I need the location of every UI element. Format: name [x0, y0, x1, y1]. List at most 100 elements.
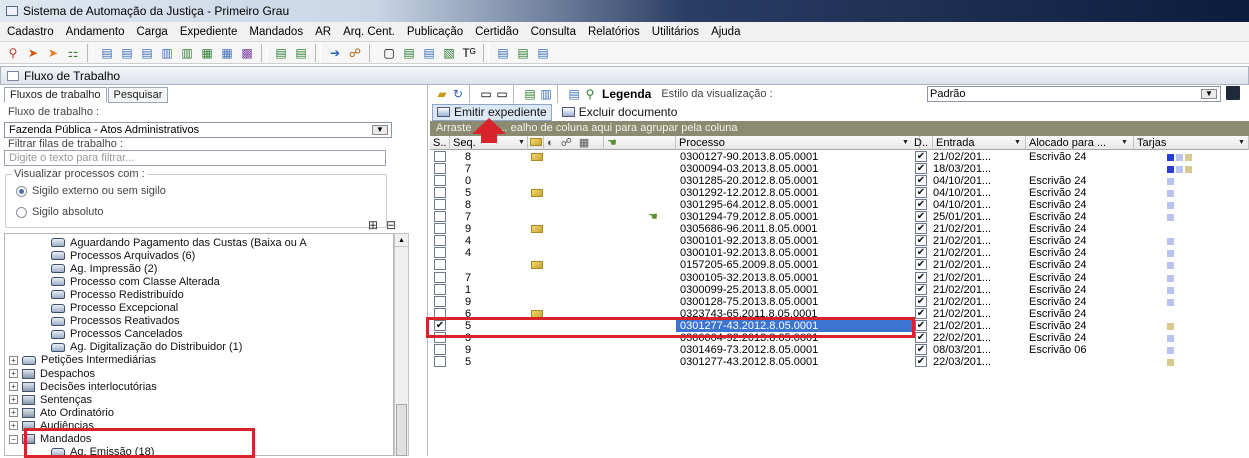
- doc-icon-8[interactable]: ▤: [400, 45, 418, 61]
- tree-item[interactable]: + Sentenças: [9, 393, 92, 406]
- table-row[interactable]: 0 0301285-20.2012.8.05.0001 ✔ 04/10/201... E…: [430, 175, 1249, 187]
- menu-item-0[interactable]: Cadastro: [7, 26, 54, 38]
- d-checkbox[interactable]: ✔: [915, 211, 927, 223]
- menu-item-4[interactable]: Mandados: [249, 26, 303, 38]
- tree-expand-icon[interactable]: ⊞: [368, 218, 386, 232]
- scroll-thumb[interactable]: [396, 404, 407, 456]
- doc-icon-9[interactable]: ▤: [420, 45, 438, 61]
- processo-cell[interactable]: 0300101-92.2013.8.05.0001: [676, 247, 912, 259]
- tree-collapse-icon[interactable]: ⊟: [386, 218, 404, 232]
- table-row[interactable]: 8 0301295-64.2012.8.05.0001 ✔ 04/10/201... E…: [430, 199, 1249, 211]
- row-checkbox[interactable]: [434, 235, 446, 247]
- expand-icon[interactable]: −: [9, 434, 18, 444]
- processo-cell[interactable]: 0301292-12.2012.8.05.0001: [676, 187, 912, 199]
- d-checkbox[interactable]: ✔: [915, 343, 927, 355]
- table-row[interactable]: 7 ☚ 0301294-79.2012.8.05.0001 ✔ 25/01/201...…: [430, 211, 1249, 223]
- col-tarjas[interactable]: Tarjas: [1134, 136, 1249, 150]
- processo-cell[interactable]: 0300127-90.2013.8.05.0001: [676, 151, 912, 163]
- doc-green-icon-2[interactable]: ▤: [292, 45, 310, 61]
- tree-item[interactable]: Processo Redistribuído: [51, 288, 184, 301]
- doc-icon-1[interactable]: ▤: [98, 45, 116, 61]
- row-checkbox[interactable]: [434, 295, 446, 307]
- expand-icon[interactable]: +: [9, 395, 18, 405]
- doc-icon-4[interactable]: ▥: [158, 45, 176, 61]
- processo-cell[interactable]: 0300105-32.2013.8.05.0001: [676, 272, 912, 284]
- arrow-icon[interactable]: ➔: [326, 45, 344, 61]
- col-processo[interactable]: Processo: [676, 136, 920, 150]
- col-tarjas-filter-icon[interactable]: ▼: [1238, 139, 1245, 146]
- table-row[interactable]: 9 0301469-73.2012.8.05.0001 ✔ 08/03/201... E…: [430, 343, 1249, 356]
- tree-item[interactable]: Processos Reativados: [51, 315, 179, 328]
- search-doc-icon[interactable]: ▤: [494, 45, 512, 61]
- processo-cell[interactable]: 0305686-96.2011.8.05.0001: [676, 223, 912, 235]
- refresh-icon[interactable]: ↻: [450, 86, 466, 102]
- tree-item[interactable]: + Decisões interlocutórias: [9, 380, 157, 393]
- d-checkbox[interactable]: ✔: [915, 247, 927, 259]
- chevron-down-icon[interactable]: ▼: [372, 125, 388, 135]
- table-row[interactable]: 9 0305686-96.2011.8.05.0001 ✔ 21/02/201... E…: [430, 223, 1249, 235]
- menu-item-1[interactable]: Andamento: [66, 26, 125, 38]
- doc-icon-b[interactable]: ▥: [538, 86, 554, 102]
- radio-dot-off[interactable]: [16, 206, 27, 218]
- tree-item[interactable]: Ag. Digitalização do Distribuidor (1): [51, 341, 242, 354]
- processo-cell[interactable]: 0300128-75.2013.8.05.0001: [676, 296, 912, 308]
- col-entrada-filter-icon[interactable]: ▼: [1014, 139, 1021, 146]
- table-row[interactable]: 5 0301292-12.2012.8.05.0001 ✔ 04/10/201... E…: [430, 187, 1249, 199]
- menu-item-10[interactable]: Relatórios: [588, 26, 640, 38]
- processo-cell[interactable]: 0300099-25.2013.8.05.0001: [676, 284, 912, 296]
- doc-icon-a[interactable]: ▤: [522, 86, 538, 102]
- tree-item[interactable]: Processo Excepcional: [51, 302, 178, 315]
- filter-input[interactable]: Digite o texto para filtrar...: [4, 150, 386, 166]
- network-icon[interactable]: ⚏: [64, 45, 82, 61]
- people-icon[interactable]: ☍: [346, 45, 364, 61]
- delete-document-button[interactable]: Excluir documento: [558, 104, 682, 121]
- expand-icon[interactable]: +: [9, 408, 18, 418]
- d-checkbox[interactable]: ✔: [915, 295, 927, 307]
- folder-open-icon[interactable]: ▰: [434, 86, 450, 102]
- table-row[interactable]: 5 0301277-43.2012.8.05.0001 ✔ 22/03/201...: [430, 355, 1249, 368]
- d-checkbox[interactable]: ✔: [915, 319, 927, 331]
- table-row[interactable]: 9 0300128-75.2013.8.05.0001 ✔ 21/02/201... E…: [430, 295, 1249, 308]
- d-checkbox[interactable]: ✔: [915, 307, 927, 319]
- d-checkbox[interactable]: ✔: [915, 271, 927, 283]
- tree-item[interactable]: + Ato Ordinatório: [9, 406, 114, 419]
- expand-icon[interactable]: +: [9, 421, 18, 431]
- col-alocado-filter-icon[interactable]: ▼: [1121, 139, 1128, 146]
- col-envelope[interactable]: [528, 136, 544, 150]
- row-checkbox[interactable]: [434, 283, 446, 295]
- scroll-up-icon[interactable]: ▲: [395, 234, 408, 247]
- tree-item[interactable]: + Despachos: [9, 367, 95, 380]
- d-checkbox[interactable]: ✔: [915, 187, 927, 199]
- legend-button[interactable]: Legenda: [602, 87, 651, 101]
- doc-icon-5[interactable]: ▥: [178, 45, 196, 61]
- col-seq-filter-icon[interactable]: ▼: [518, 139, 525, 146]
- menu-item-5[interactable]: AR: [315, 26, 331, 38]
- radio-absolute[interactable]: Sigilo absoluto: [16, 206, 104, 218]
- row-checkbox[interactable]: [434, 163, 446, 175]
- menu-item-11[interactable]: Utilitários: [652, 26, 699, 38]
- d-checkbox[interactable]: ✔: [915, 235, 927, 247]
- doc-icon-6[interactable]: ▦: [198, 45, 216, 61]
- tag-orange-icon[interactable]: ➤: [44, 45, 62, 61]
- processo-cell[interactable]: 0301285-20.2012.8.05.0001: [676, 175, 912, 187]
- layout-icon-2[interactable]: ▭: [494, 86, 510, 102]
- table-row[interactable]: 0157205-65.2009.8.05.0001 ✔ 21/02/201... Es…: [430, 259, 1249, 271]
- processo-cell[interactable]: 0301277-43.2012.8.05.0001: [676, 356, 912, 368]
- row-checkbox[interactable]: [434, 187, 446, 199]
- expand-icon[interactable]: +: [9, 355, 18, 365]
- processo-cell[interactable]: 0301295-64.2012.8.05.0001: [676, 199, 912, 211]
- row-checkbox[interactable]: [434, 151, 446, 162]
- stamp-icon[interactable]: Tᴳ: [460, 45, 478, 61]
- style-select[interactable]: Padrão ▼: [927, 86, 1221, 102]
- row-checkbox[interactable]: [434, 211, 446, 223]
- col-hand[interactable]: ☚: [604, 136, 676, 150]
- row-checkbox[interactable]: [434, 271, 446, 283]
- expand-icon[interactable]: +: [9, 382, 18, 392]
- tab-pesquisar[interactable]: Pesquisar: [107, 87, 169, 103]
- col-s[interactable]: S..: [430, 136, 450, 150]
- save-icon[interactable]: [1226, 86, 1240, 100]
- row-checkbox[interactable]: [434, 175, 446, 187]
- processo-cell[interactable]: 0301294-79.2012.8.05.0001: [676, 211, 912, 223]
- d-checkbox[interactable]: ✔: [915, 259, 927, 271]
- row-checkbox[interactable]: [434, 247, 446, 259]
